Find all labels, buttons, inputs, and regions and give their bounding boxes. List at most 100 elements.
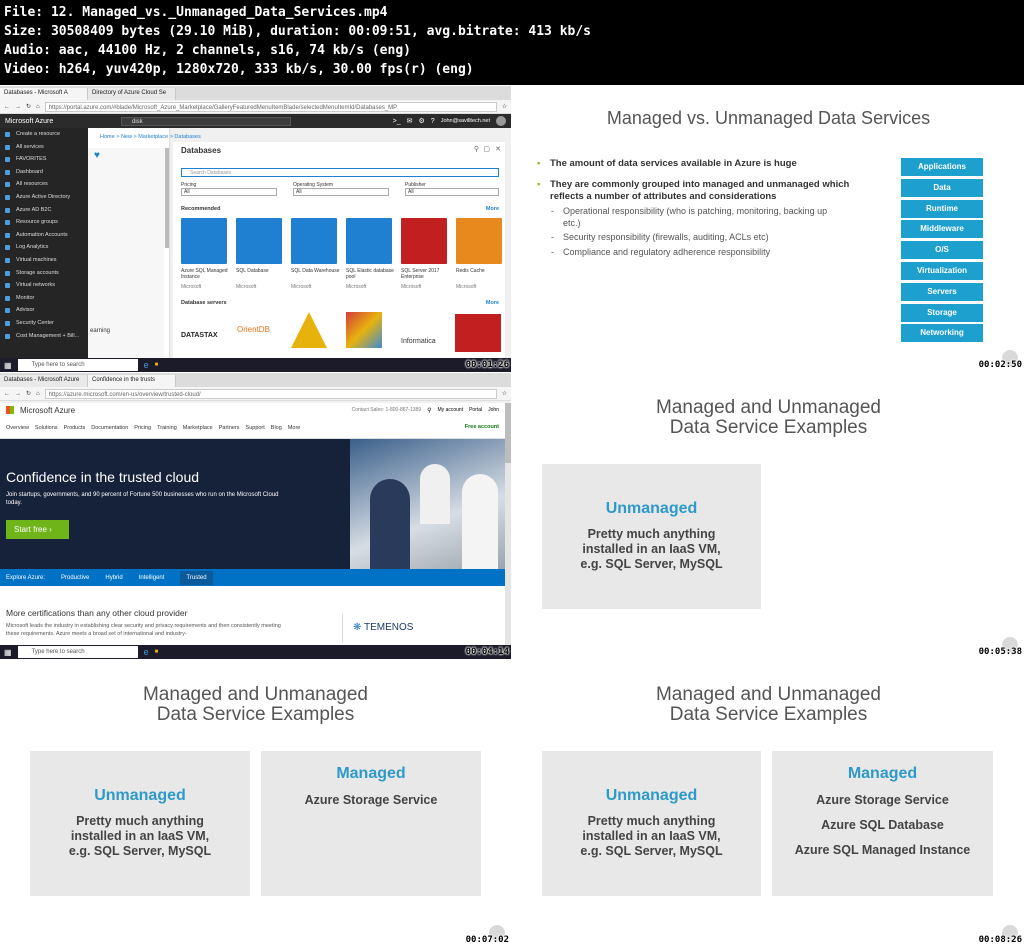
tab-databases[interactable]: Databases - Microsoft A [0, 88, 88, 100]
site-nav-item[interactable]: Marketplace [183, 425, 213, 431]
page-scrollbar[interactable] [505, 403, 511, 646]
back-icon[interactable]: ← [4, 391, 10, 397]
sidebar-item[interactable]: Automation Accounts [0, 229, 88, 242]
site-nav-item[interactable]: Solutions [35, 425, 58, 431]
portal-link[interactable]: Portal [469, 407, 482, 413]
site-nav-item[interactable]: Documentation [91, 425, 128, 431]
sidebar-item[interactable]: Create a resource [0, 128, 88, 141]
my-account-link[interactable]: My account [438, 407, 464, 413]
search-icon[interactable]: ⚲ [427, 407, 431, 414]
forward-icon[interactable]: → [15, 104, 21, 110]
star-icon[interactable]: ☆ [502, 103, 507, 110]
server-tile-orientdb[interactable]: OrientDB [237, 325, 270, 334]
url-field[interactable]: https://azure.microsoft.com/en-us/overvi… [44, 388, 497, 399]
server-tile-cube[interactable] [346, 312, 382, 348]
server-tile-red[interactable] [455, 314, 501, 352]
sidebar-item[interactable]: Security Center [0, 317, 88, 330]
gear-icon[interactable]: ⚙ [419, 117, 425, 125]
database-tile[interactable] [346, 218, 392, 264]
explore-tab[interactable]: Productive [61, 575, 89, 581]
sidebar-item[interactable]: Azure AD B2C [0, 204, 88, 217]
database-tile[interactable] [401, 218, 447, 264]
search-databases-input[interactable]: Search Databases [181, 168, 499, 177]
taskbar-search-input[interactable]: Type here to search [17, 359, 138, 371]
sidebar-item[interactable]: Azure Active Directory [0, 191, 88, 204]
user-name[interactable]: John [488, 407, 499, 413]
database-tile[interactable] [181, 218, 227, 264]
help-icon[interactable]: ? [431, 118, 435, 125]
close-icon[interactable]: ✕ [495, 145, 501, 153]
site-brand[interactable]: Microsoft Azure [20, 406, 75, 415]
more-servers-link[interactable]: More [486, 300, 499, 306]
tab-databases[interactable]: Databases - Microsoft Azure [0, 375, 88, 387]
folder-icon[interactable]: ■ [155, 649, 159, 655]
filter-publisher-select[interactable]: All [405, 188, 499, 196]
sidebar-item[interactable]: Storage accounts [0, 267, 88, 280]
refresh-icon[interactable]: ↻ [26, 103, 31, 110]
sidebar-item[interactable]: FAVORITES [0, 153, 88, 166]
free-account-link[interactable]: Free account [465, 424, 499, 430]
sidebar-item[interactable]: Log Analytics [0, 241, 88, 254]
explore-tab[interactable]: Trusted [180, 570, 213, 585]
windows-icon[interactable]: ▦ [4, 648, 12, 657]
tab-directory[interactable]: Directory of Azure Cloud Se [88, 88, 176, 100]
sidebar-item[interactable]: Monitor [0, 292, 88, 305]
taskbar-search-input[interactable]: Type here to search [17, 646, 138, 658]
server-tile-yellow[interactable] [291, 312, 327, 348]
database-tile[interactable] [291, 218, 337, 264]
back-icon[interactable]: ← [4, 104, 10, 110]
cloud-shell-icon[interactable]: >_ [393, 118, 401, 125]
windows-icon[interactable]: ▦ [4, 361, 12, 370]
sidebar-item[interactable]: Resource groups [0, 216, 88, 229]
server-tile-datastax[interactable]: DATASTAX [181, 332, 218, 339]
start-free-button[interactable]: Start free › [6, 520, 69, 539]
explore-tab[interactable]: Hybrid [105, 575, 122, 581]
filter-pricing-select[interactable]: All [181, 188, 277, 196]
site-nav-item[interactable]: Pricing [134, 425, 151, 431]
sidebar-item[interactable]: Dashboard [0, 166, 88, 179]
timestamp: 00:02:50 [978, 360, 1022, 370]
more-link[interactable]: More [486, 206, 499, 212]
site-nav-item[interactable]: Blog [271, 425, 282, 431]
database-tile[interactable] [456, 218, 502, 264]
star-icon[interactable]: ☆ [502, 390, 507, 397]
home-icon[interactable]: ⌂ [36, 391, 40, 397]
edge-icon[interactable]: e [144, 647, 149, 657]
sidebar-item[interactable]: All resources [0, 178, 88, 191]
avatar[interactable] [496, 116, 506, 126]
maximize-icon[interactable]: ▢ [483, 145, 490, 153]
user-email[interactable]: John@savilltech.net [441, 118, 490, 124]
refresh-icon[interactable]: ↻ [26, 390, 31, 397]
home-icon[interactable]: ⌂ [36, 104, 40, 110]
site-nav-item[interactable]: Products [64, 425, 86, 431]
stack-layer: Applications [901, 158, 983, 176]
page-scrollbar-thumb[interactable] [505, 403, 511, 463]
contact-sales[interactable]: Contact Sales: 1-800-867-1389 [352, 407, 422, 413]
site-nav-item[interactable]: Training [157, 425, 177, 431]
folder-icon[interactable]: ■ [155, 362, 159, 368]
breadcrumb[interactable]: Home > New > Marketplace > Databases [100, 134, 201, 140]
blade-scrollbar[interactable] [165, 148, 169, 248]
server-tile-informatica[interactable]: Informatica [401, 338, 436, 345]
forward-icon[interactable]: → [15, 391, 21, 397]
sub-bullet-2: - Security responsibility (firewalls, au… [551, 231, 851, 243]
explore-tab[interactable]: Intelligent [139, 575, 165, 581]
portal-search-input[interactable]: disk [121, 116, 291, 126]
site-nav-item[interactable]: More [288, 425, 301, 431]
sidebar-item[interactable]: Virtual networks [0, 279, 88, 292]
site-nav-item[interactable]: Partners [219, 425, 240, 431]
bullet-2-text: They are commonly grouped into managed a… [550, 179, 850, 202]
site-nav-item[interactable]: Support [246, 425, 265, 431]
filter-os-select[interactable]: All [293, 188, 389, 196]
sidebar-item[interactable]: Advisor [0, 304, 88, 317]
site-nav-item[interactable]: Overview [6, 425, 29, 431]
sidebar-item[interactable]: Cost Management + Bill... [0, 330, 88, 343]
pin-icon[interactable]: ⚲ [474, 145, 479, 153]
bell-icon[interactable]: ✉ [407, 117, 413, 125]
sidebar-item[interactable]: All services [0, 141, 88, 154]
database-tile[interactable] [236, 218, 282, 264]
url-field[interactable]: https://portal.azure.com/#blade/Microsof… [44, 101, 497, 112]
tab-trusted-cloud[interactable]: Confidence in the trusts [88, 375, 176, 387]
edge-icon[interactable]: e [144, 360, 149, 370]
sidebar-item[interactable]: Virtual machines [0, 254, 88, 267]
